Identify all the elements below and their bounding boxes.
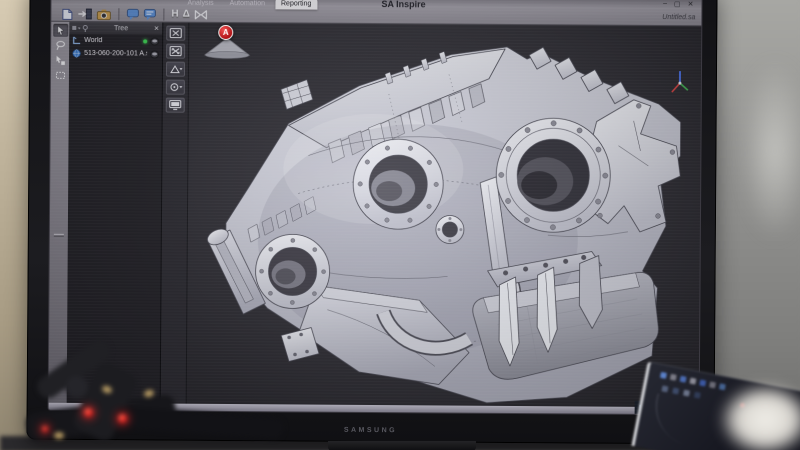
circle-dropdown-icon[interactable]	[166, 80, 185, 95]
photo-of-monitor: Analysis Automation Reporting SA Inspire…	[0, 0, 800, 450]
comment-icon[interactable]	[126, 8, 139, 21]
h-tool-icon[interactable]: H	[171, 9, 178, 21]
notes-icon[interactable]	[143, 8, 156, 21]
engine-block-cad-wireframe	[187, 23, 702, 408]
monitor-stand	[328, 441, 476, 450]
display-icon[interactable]	[166, 98, 185, 113]
rect-select-icon[interactable]	[52, 69, 67, 82]
instrument-marker[interactable]: A	[203, 25, 253, 59]
toolbar-separator	[118, 8, 119, 20]
status-dot	[143, 39, 147, 43]
select-cursor-icon[interactable]	[53, 24, 68, 37]
globe-icon	[72, 49, 81, 58]
close-button[interactable]: ✕	[688, 0, 694, 8]
tab-reporting[interactable]: Reporting	[275, 0, 317, 10]
tree-close-icon[interactable]: ✕	[154, 24, 160, 32]
relationship-tool-icon[interactable]	[194, 9, 209, 21]
visibility-eye-icon[interactable]	[150, 37, 159, 45]
tree-item-step-file[interactable]: 513-060-200-101 A.stp	[69, 47, 162, 61]
app-title: SA Inspire	[381, 0, 425, 9]
toolbar-separator	[163, 9, 164, 21]
tree-panel-header: Tree ✕	[69, 22, 162, 35]
frame-icon	[72, 36, 81, 45]
drag-select-icon[interactable]	[53, 54, 68, 67]
tree-item-world[interactable]: World	[69, 34, 162, 48]
camera-icon[interactable]	[96, 8, 111, 20]
import-icon[interactable]	[77, 8, 92, 20]
probe-led	[118, 414, 127, 423]
maximize-button[interactable]: ▢	[674, 0, 681, 8]
triangle-dropdown-icon[interactable]	[166, 62, 185, 77]
minimize-button[interactable]: –	[663, 0, 667, 8]
room-light-glow	[740, 60, 800, 240]
axis-triad-icon	[667, 68, 693, 98]
delta-tool-icon[interactable]: Δ	[183, 9, 190, 21]
new-document-icon[interactable]	[61, 7, 73, 20]
lasso-select-icon[interactable]	[53, 39, 68, 52]
physical-part-blur	[718, 382, 800, 450]
delete-x-icon[interactable]	[166, 26, 185, 41]
view-toolbar	[161, 23, 190, 404]
tab-automation[interactable]: Automation	[223, 0, 270, 9]
probe-reflector	[54, 432, 64, 439]
quick-toolbar: H Δ	[61, 7, 209, 22]
tracker-probe	[26, 352, 326, 450]
tree-panel: Tree ✕ World 513-060-200-101 A.stp	[67, 22, 164, 404]
3d-viewport[interactable]: A	[187, 23, 702, 408]
document-name: Untitled.sa	[662, 14, 695, 21]
probe-led	[84, 408, 93, 417]
pin-icon[interactable]	[82, 24, 88, 31]
tree-panel-title: Tree	[90, 25, 152, 32]
instrument-badge: A	[218, 25, 233, 40]
fit-view-icon[interactable]	[166, 44, 185, 59]
toolbar-grip[interactable]	[54, 234, 64, 237]
probe-led	[42, 426, 48, 432]
visibility-eye-icon[interactable]	[150, 50, 159, 58]
tree-options-icon[interactable]	[72, 24, 80, 31]
